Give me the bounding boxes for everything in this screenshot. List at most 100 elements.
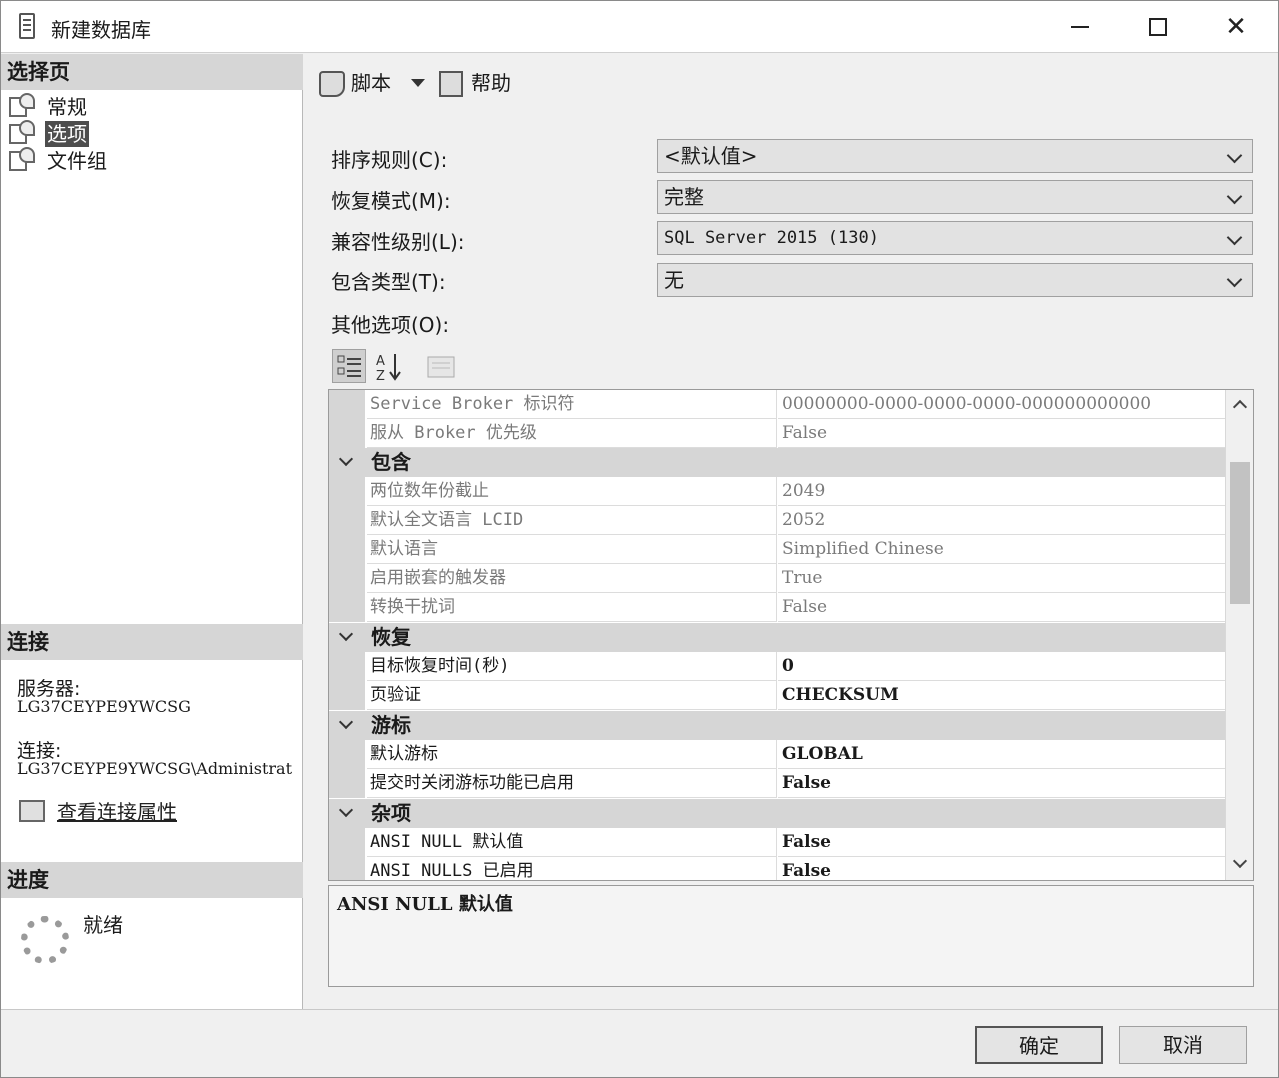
recovery-model-label: 恢复模式(M): [331,189,451,213]
containment-type-label: 包含类型(T): [331,270,446,294]
grid-row[interactable]: ANSI NULLS 已启用 False [329,857,1225,880]
property-pages-icon [427,356,455,378]
server-value: LG37CEYPE9YWCSG [17,697,191,716]
connection-value: LG37CEYPE9YWCSG\Administrat [17,759,293,778]
compatibility-level-value: SQL Server 2015 (130) [664,228,879,248]
grid-row[interactable]: 默认语言 Simplified Chinese [329,535,1225,564]
grid-category-misc[interactable]: 杂项 [329,799,1225,828]
property-value: 00000000-0000-0000-0000-000000000000 [778,390,1225,419]
page-icon [9,120,35,144]
grid-row[interactable]: 默认游标 GLOBAL [329,740,1225,769]
nav-item-label: 选项 [45,121,89,147]
property-name: 目标恢复时间(秒) [367,652,777,681]
chevron-down-icon [1226,271,1243,288]
sort-alphabetical-icon: AZ [376,354,401,384]
help-icon [439,71,463,97]
property-description-panel: ANSI NULL 默认值 [328,885,1254,987]
recovery-model-select[interactable]: 完整 [657,180,1253,214]
chevron-down-icon[interactable] [338,714,354,730]
database-icon [19,13,35,39]
script-dropdown-arrow-icon[interactable] [411,79,425,87]
close-button[interactable]: ✕ [1197,1,1275,53]
collation-label: 排序规则(C): [331,148,448,172]
property-value: True [778,564,1225,593]
categorized-view-button[interactable] [332,349,366,383]
script-button[interactable]: 脚本 [351,69,391,97]
property-value[interactable]: CHECKSUM [778,681,1225,710]
category-name: 恢复 [371,625,411,649]
property-value[interactable]: GLOBAL [778,740,1225,769]
compatibility-level-label: 兼容性级别(L): [331,230,465,254]
property-name: 两位数年份截止 [367,477,777,506]
compatibility-level-select[interactable]: SQL Server 2015 (130) [657,221,1253,255]
property-pages-button[interactable] [423,349,457,383]
property-value: 2052 [778,506,1225,535]
grid-row[interactable]: Service Broker 标识符 00000000-0000-0000-00… [329,390,1225,419]
grid-category-containment[interactable]: 包含 [329,448,1225,477]
left-panel: 选择页 常规 选项 文件组 连接 服务器: LG37CEYPE9YWCSG 连接… [1,54,303,1009]
grid-row[interactable]: 页验证 CHECKSUM [329,681,1225,710]
title-bar: 新建数据库 ✕ [1,1,1278,53]
category-name: 游标 [371,713,411,737]
recovery-model-value: 完整 [664,185,704,209]
property-grid: Service Broker 标识符 00000000-0000-0000-00… [328,389,1254,881]
grid-row[interactable]: ANSI NULL 默认值 False [329,828,1225,857]
scroll-down-icon[interactable] [1232,853,1248,869]
grid-row[interactable]: 转换干扰词 False [329,593,1225,622]
property-value[interactable]: False [778,828,1225,857]
property-name: Service Broker 标识符 [367,390,777,419]
grid-category-recovery[interactable]: 恢复 [329,623,1225,652]
property-name: 默认语言 [367,535,777,564]
category-name: 包含 [371,450,411,474]
property-name: 启用嵌套的触发器 [367,564,777,593]
svg-text:A: A [376,354,385,369]
property-name: 提交时关闭游标功能已启用 [367,769,777,798]
nav-item-label: 文件组 [47,149,107,173]
chevron-down-icon[interactable] [338,626,354,642]
other-options-label: 其他选项(O): [331,313,450,337]
connection-header: 连接 [1,624,303,660]
grid-row[interactable]: 启用嵌套的触发器 True [329,564,1225,593]
grid-scrollbar[interactable] [1225,390,1253,880]
collation-value: <默认值> [664,144,758,168]
property-name: 默认游标 [367,740,777,769]
maximize-button[interactable] [1119,1,1197,53]
view-connection-properties-link[interactable]: 查看连接属性 [57,796,177,825]
property-value[interactable]: False [778,857,1225,880]
property-value: False [778,419,1225,448]
window-title: 新建数据库 [51,18,151,42]
maximize-icon [1149,18,1167,36]
property-name: ANSI NULL 默认值 [367,828,777,857]
grid-category-cursor[interactable]: 游标 [329,711,1225,740]
chevron-down-icon[interactable] [338,451,354,467]
grid-row[interactable]: 提交时关闭游标功能已启用 False [329,769,1225,798]
new-database-dialog: 新建数据库 ✕ 选择页 常规 选项 文件组 连接 服务器: LG37CEYPE9… [0,0,1279,1078]
description-title: ANSI NULL 默认值 [337,894,513,915]
minimize-button[interactable] [1041,1,1119,53]
script-icon [319,71,345,97]
grid-row[interactable]: 目标恢复时间(秒) 0 [329,652,1225,681]
cancel-button[interactable]: 取消 [1119,1026,1247,1064]
chevron-down-icon[interactable] [338,802,354,818]
connection-properties-icon [19,800,45,822]
ok-button[interactable]: 确定 [975,1026,1103,1064]
help-button[interactable]: 帮助 [471,69,511,97]
chevron-down-icon [1226,229,1243,246]
scrollbar-thumb[interactable] [1230,462,1250,604]
svg-text:Z: Z [376,369,385,384]
scroll-up-icon[interactable] [1232,399,1248,415]
property-value[interactable]: 0 [778,652,1225,681]
grid-row[interactable]: 服从 Broker 优先级 False [329,419,1225,448]
button-bar: 确定 取消 [1,1009,1278,1077]
property-name: 默认全文语言 LCID [367,506,777,535]
progress-spinner-icon [21,916,69,964]
nav-item-label: 常规 [47,95,87,119]
page-icon [9,93,35,117]
property-value[interactable]: False [778,769,1225,798]
alphabetical-view-button[interactable]: AZ [372,349,406,384]
containment-type-select[interactable]: 无 [657,263,1253,297]
property-name: ANSI NULLS 已启用 [367,857,777,880]
grid-row[interactable]: 两位数年份截止 2049 [329,477,1225,506]
collation-select[interactable]: <默认值> [657,139,1253,173]
grid-row[interactable]: 默认全文语言 LCID 2052 [329,506,1225,535]
